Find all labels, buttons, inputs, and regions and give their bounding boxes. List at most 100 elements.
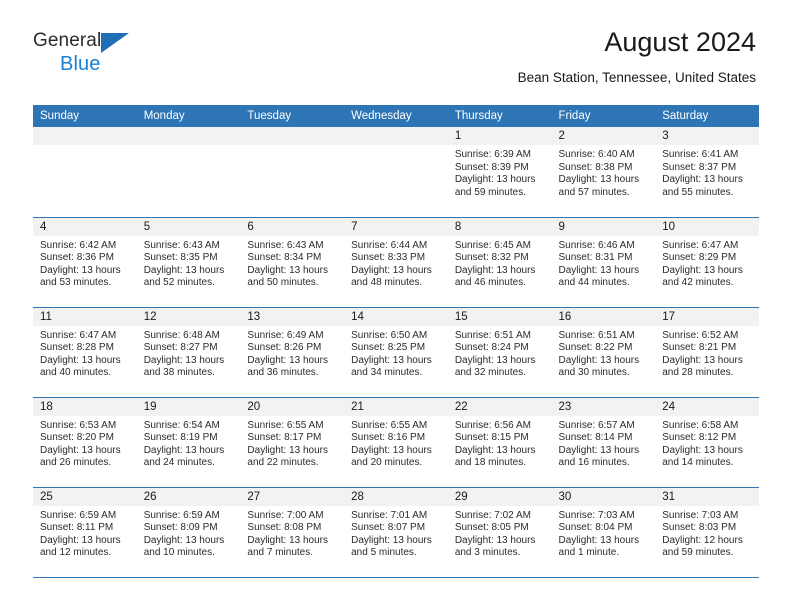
- day-sun-info: Sunrise: 6:48 AM Sunset: 8:27 PM Daylight:…: [137, 326, 241, 380]
- calendar-day-cell[interactable]: 12 Sunrise: 6:48 AM Sunset: 8:27 PM Dayligh…: [136, 307, 241, 398]
- day-sun-info: Sunrise: 6:47 AM Sunset: 8:28 PM Daylight:…: [33, 326, 137, 380]
- calendar-day-cell[interactable]: 21 Sunrise: 6:55 AM Sunset: 8:16 PM Dayligh…: [344, 397, 448, 488]
- calendar-day-cell[interactable]: 1 Sunrise: 6:39 AM Sunset: 8:39 PM Daylight…: [447, 127, 552, 218]
- day-info-line: Daylight: 13 hours: [454, 264, 536, 276]
- calendar-day-cell[interactable]: 15 Sunrise: 6:51 AM Sunset: 8:24 PM Dayligh…: [447, 307, 552, 398]
- weekday-header-tuesday: Tuesday: [240, 105, 345, 127]
- day-info-line: and 14 minutes.: [662, 457, 734, 469]
- calendar-day-cell[interactable]: 26 Sunrise: 6:59 AM Sunset: 8:09 PM Dayligh…: [136, 487, 241, 578]
- calendar-day-cell[interactable]: 3 Sunrise: 6:41 AM Sunset: 8:37 PM Daylight…: [655, 127, 759, 218]
- day-info-line: Daylight: 13 hours: [558, 444, 640, 456]
- day-info-line: Sunrise: 6:45 AM: [454, 239, 531, 251]
- day-info-line: Daylight: 13 hours: [40, 264, 121, 276]
- day-number: 6: [240, 217, 345, 236]
- calendar-day-cell[interactable]: 19 Sunrise: 6:54 AM Sunset: 8:19 PM Dayligh…: [136, 397, 241, 488]
- calendar-day-cell[interactable]: 31 Sunrise: 7:03 AM Sunset: 8:03 PM Dayligh…: [655, 487, 759, 578]
- calendar-day-cell[interactable]: 14 Sunrise: 6:50 AM Sunset: 8:25 PM Dayligh…: [344, 307, 448, 398]
- day-info-line: Sunset: 8:36 PM: [40, 252, 114, 264]
- calendar-day-cell[interactable]: 24 Sunrise: 6:58 AM Sunset: 8:12 PM Dayligh…: [655, 397, 759, 488]
- day-info-line: and 22 minutes.: [247, 457, 319, 469]
- day-info-line: and 48 minutes.: [351, 277, 423, 289]
- day-info-line: Sunrise: 6:43 AM: [247, 239, 324, 251]
- calendar-week-row: 4 Sunrise: 6:42 AM Sunset: 8:36 PM Daylight…: [33, 217, 759, 308]
- day-info-line: Daylight: 13 hours: [454, 444, 536, 456]
- day-info-line: and 46 minutes.: [454, 277, 526, 289]
- calendar-day-cell[interactable]: 5 Sunrise: 6:43 AM Sunset: 8:35 PM Daylight…: [136, 217, 241, 308]
- day-number: 31: [655, 487, 759, 506]
- day-number: 20: [240, 397, 345, 416]
- weekday-header-monday: Monday: [136, 105, 241, 127]
- page-header: General Blue August 2024 Bean Station, T…: [0, 0, 792, 84]
- day-info-line: Daylight: 13 hours: [662, 264, 743, 276]
- day-sun-info: Sunrise: 6:57 AM Sunset: 8:14 PM Daylight:…: [552, 416, 656, 470]
- calendar-day-cell[interactable]: 28 Sunrise: 7:01 AM Sunset: 8:07 PM Dayligh…: [344, 487, 448, 578]
- day-number: 13: [240, 307, 345, 326]
- day-info-line: Sunrise: 7:02 AM: [454, 509, 531, 521]
- day-info-line: Sunset: 8:11 PM: [40, 522, 114, 534]
- day-info-line: and 38 minutes.: [143, 367, 215, 379]
- day-info-line: Sunset: 8:14 PM: [558, 432, 633, 444]
- calendar-day-cell[interactable]: 29 Sunrise: 7:02 AM Sunset: 8:05 PM Dayligh…: [447, 487, 552, 578]
- day-info-line: Daylight: 13 hours: [40, 534, 121, 546]
- day-cell-inner: 31 Sunrise: 7:03 AM Sunset: 8:03 PM Dayligh…: [655, 487, 759, 577]
- day-info-line: Sunrise: 6:53 AM: [40, 419, 117, 431]
- day-number: 27: [240, 487, 345, 506]
- calendar-day-cell[interactable]: 13 Sunrise: 6:49 AM Sunset: 8:26 PM Dayligh…: [240, 307, 345, 398]
- day-info-line: Daylight: 13 hours: [558, 354, 640, 366]
- day-number: 17: [655, 307, 759, 326]
- calendar-day-cell[interactable]: 10 Sunrise: 6:47 AM Sunset: 8:29 PM Dayligh…: [655, 217, 759, 308]
- day-info-line: and 7 minutes.: [247, 547, 314, 559]
- calendar-day-cell[interactable]: 4 Sunrise: 6:42 AM Sunset: 8:36 PM Daylight…: [33, 217, 137, 308]
- day-info-line: and 55 minutes.: [662, 186, 734, 198]
- calendar-body: 1 Sunrise: 6:39 AM Sunset: 8:39 PM Daylight…: [33, 127, 759, 578]
- page-title: August 2024: [604, 27, 756, 57]
- day-cell-inner: 28 Sunrise: 7:01 AM Sunset: 8:07 PM Dayligh…: [344, 487, 448, 577]
- day-info-line: Sunrise: 6:39 AM: [454, 149, 531, 160]
- day-info-line: Daylight: 13 hours: [143, 534, 225, 546]
- day-number: [344, 127, 448, 145]
- calendar-day-cell[interactable]: 27 Sunrise: 7:00 AM Sunset: 8:08 PM Dayligh…: [240, 487, 345, 578]
- day-cell-inner: 15 Sunrise: 6:51 AM Sunset: 8:24 PM Dayligh…: [447, 307, 552, 397]
- day-info-line: Sunset: 8:05 PM: [454, 522, 529, 534]
- calendar-day-cell[interactable]: 23 Sunrise: 6:57 AM Sunset: 8:14 PM Dayligh…: [551, 397, 656, 488]
- day-number: 4: [33, 217, 137, 236]
- calendar-day-cell[interactable]: 16 Sunrise: 6:51 AM Sunset: 8:22 PM Dayligh…: [551, 307, 656, 398]
- day-cell-inner: [240, 127, 345, 217]
- calendar-day-cell[interactable]: 6 Sunrise: 6:43 AM Sunset: 8:34 PM Daylight…: [240, 217, 345, 308]
- calendar-day-cell[interactable]: 22 Sunrise: 6:56 AM Sunset: 8:15 PM Dayligh…: [447, 397, 552, 488]
- day-info-line: and 59 minutes.: [454, 186, 526, 198]
- day-info-line: and 18 minutes.: [454, 457, 526, 469]
- calendar-day-cell[interactable]: 25 Sunrise: 6:59 AM Sunset: 8:11 PM Dayligh…: [33, 487, 137, 578]
- day-sun-info: Sunrise: 6:55 AM Sunset: 8:17 PM Daylight:…: [240, 416, 344, 470]
- calendar-day-cell[interactable]: 9 Sunrise: 6:46 AM Sunset: 8:31 PM Daylight…: [551, 217, 656, 308]
- day-info-line: and 44 minutes.: [558, 277, 630, 289]
- day-info-line: and 3 minutes.: [454, 547, 521, 559]
- day-info-line: Sunrise: 6:49 AM: [247, 329, 324, 341]
- calendar-day-cell[interactable]: 7 Sunrise: 6:44 AM Sunset: 8:33 PM Daylight…: [344, 217, 448, 308]
- day-info-line: and 40 minutes.: [40, 367, 112, 379]
- day-cell-inner: 20 Sunrise: 6:55 AM Sunset: 8:17 PM Dayligh…: [240, 397, 345, 487]
- calendar-day-cell[interactable]: 8 Sunrise: 6:45 AM Sunset: 8:32 PM Daylight…: [447, 217, 552, 308]
- calendar-day-cell[interactable]: 11 Sunrise: 6:47 AM Sunset: 8:28 PM Dayligh…: [33, 307, 137, 398]
- day-info-line: Daylight: 13 hours: [454, 534, 536, 546]
- day-number: 14: [344, 307, 448, 326]
- day-info-line: Daylight: 13 hours: [454, 354, 536, 366]
- calendar-day-cell[interactable]: 18 Sunrise: 6:53 AM Sunset: 8:20 PM Dayligh…: [33, 397, 137, 488]
- day-info-line: Sunset: 8:38 PM: [558, 161, 633, 173]
- calendar-day-cell[interactable]: 2 Sunrise: 6:40 AM Sunset: 8:38 PM Daylight…: [551, 127, 656, 218]
- day-info-line: Sunset: 8:34 PM: [247, 252, 322, 264]
- day-number: [240, 127, 345, 145]
- day-sun-info: Sunrise: 6:39 AM Sunset: 8:39 PM Daylight:…: [448, 145, 552, 199]
- calendar-day-cell[interactable]: 30 Sunrise: 7:03 AM Sunset: 8:04 PM Dayligh…: [551, 487, 656, 578]
- calendar-day-cell-empty: [344, 127, 448, 218]
- day-info-line: Sunrise: 6:55 AM: [247, 419, 324, 431]
- general-blue-logo[interactable]: General Blue: [33, 31, 153, 75]
- calendar-day-cell[interactable]: 17 Sunrise: 6:52 AM Sunset: 8:21 PM Dayligh…: [655, 307, 759, 398]
- calendar-week-row: 11 Sunrise: 6:47 AM Sunset: 8:28 PM Dayligh…: [33, 307, 759, 398]
- calendar-day-cell[interactable]: 20 Sunrise: 6:55 AM Sunset: 8:17 PM Dayligh…: [240, 397, 345, 488]
- day-sun-info: Sunrise: 6:51 AM Sunset: 8:22 PM Daylight:…: [552, 326, 656, 380]
- day-info-line: Daylight: 13 hours: [40, 354, 121, 366]
- day-number: 11: [33, 307, 137, 326]
- day-cell-inner: 4 Sunrise: 6:42 AM Sunset: 8:36 PM Daylight…: [33, 217, 137, 307]
- day-cell-inner: 11 Sunrise: 6:47 AM Sunset: 8:28 PM Dayligh…: [33, 307, 137, 397]
